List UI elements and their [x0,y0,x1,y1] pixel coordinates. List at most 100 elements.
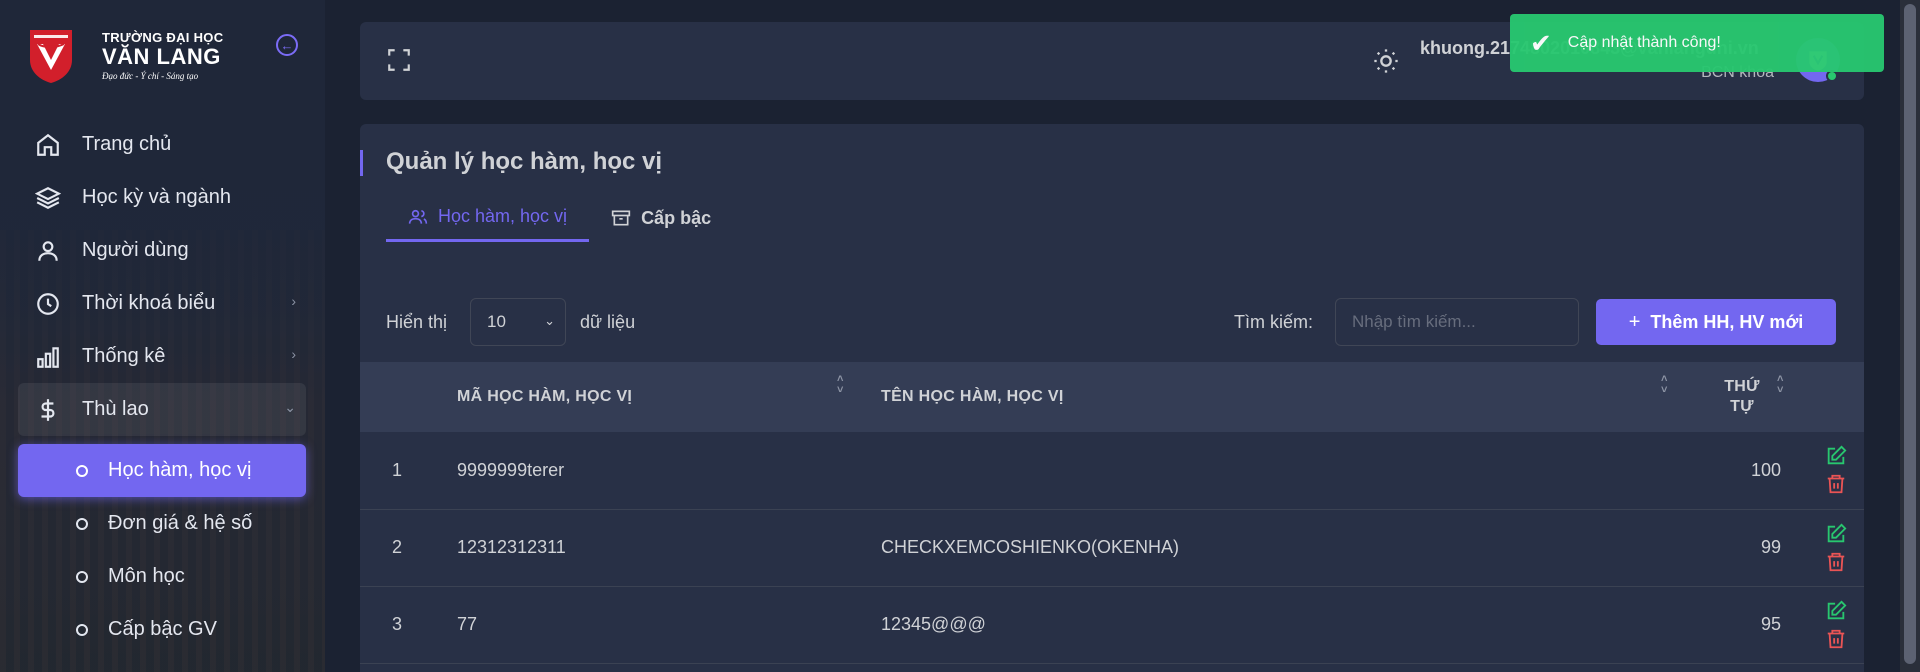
sort-icon[interactable]: ˄ ˅ [837,374,844,396]
table-row: 2 12312312311 CHECKXEMCOSHIENKO(OKENHA) … [360,509,1864,586]
dollar-icon [34,396,62,424]
chevron-right-icon: › [291,293,296,309]
show-entries-label: Hiển thị [386,312,448,332]
column-header-order[interactable]: THỨ TỰ ˄ ˅ [1703,362,1783,432]
row-actions [1781,509,1864,586]
fullscreen-icon[interactable] [386,47,412,73]
page-size-value: 10 [487,312,506,331]
page-scrollbar[interactable] [1900,0,1920,672]
layers-icon [34,184,62,212]
home-icon [34,131,62,159]
tab-label: Cấp bậc [641,207,712,228]
chevron-right-icon: › [291,346,296,362]
brand-slogan: Đạo đức - Ý chí - Sáng tạo [102,70,199,81]
university-logo-icon [30,30,72,83]
user-icon [34,237,62,265]
sidebar-subitem-unit-price[interactable]: Đơn giá & hệ số [18,497,306,550]
table-row: 3 77 12345@@@ 95 [360,586,1864,663]
success-toast[interactable]: ✔ Cập nhật thành công! [1510,14,1884,72]
page-size-select[interactable]: 10 ⌄ [470,298,566,346]
column-header-label: THỨ TỰ [1724,378,1760,415]
column-header-label: TÊN HỌC HÀM, HỌC VỊ [881,388,1064,405]
arrow-left-icon: ← [280,37,294,53]
sidebar: TRƯỜNG ĐẠI HỌC VĂN LANG Đạo đức - Ý chí … [0,0,325,672]
sort-icon[interactable]: ˄ ˅ [1661,374,1668,396]
row-order: 100 [1750,459,1781,480]
row-index: 3 [392,614,403,634]
column-header-label: MÃ HỌC HÀM, HỌC VỊ [457,388,633,405]
sidebar-item-timetable[interactable]: Thời khoá biểu › [18,277,306,330]
archive-icon [611,210,631,226]
row-actions [1781,432,1864,509]
main-card: Quản lý học hàm, học vị Học hàm, học vị … [360,124,1864,672]
sidebar-item-statistics[interactable]: Thống kê › [18,330,306,383]
sidebar-item-label: Học kỳ và ngành [82,186,231,208]
circle-icon [76,623,88,636]
sidebar-item-remuneration[interactable]: Thù lao ⌄ [18,383,306,436]
sidebar-subitem-subjects[interactable]: Môn học [18,550,306,603]
edit-icon[interactable] [1825,600,1847,622]
sidebar-item-label: Trang chủ [82,133,172,155]
bar-chart-icon [34,343,62,371]
circle-icon [76,570,88,583]
scrollbar-thumb[interactable] [1904,4,1916,664]
sidebar-item-home[interactable]: Trang chủ [18,118,306,171]
table-row: 1 9999999terer 100 [360,432,1864,509]
column-header-index [360,362,457,432]
academic-titles-table: MÃ HỌC HÀM, HỌC VỊ ˄ ˅ TÊN HỌC HÀM, HỌC V… [360,362,1864,664]
sidebar-item-semester-major[interactable]: Học kỳ và ngành [18,171,306,224]
row-order: 95 [1760,614,1781,634]
plus-icon: + [1628,310,1641,333]
row-name: CHECKXEMCOSHIENKO(OKENHA) [881,537,1180,557]
row-index: 1 [392,459,403,480]
tab-ranks[interactable]: Cấp bậc [589,206,733,242]
sidebar-nav: Trang chủ Học kỳ và ngành Người dùng Thờ… [18,118,306,656]
row-code: 77 [457,614,478,634]
brand-line2: VĂN LANG [102,43,221,69]
sidebar-item-label: Thống kê [82,345,166,367]
sidebar-item-users[interactable]: Người dùng [18,224,306,277]
column-header-actions [1781,362,1864,432]
sidebar-item-label: Thời khoá biểu [82,292,216,314]
clock-icon [34,290,62,318]
sidebar-item-label: Người dùng [82,239,189,261]
toast-message: Cập nhật thành công! [1567,34,1721,51]
row-code: 12312312311 [457,537,566,557]
column-header-name[interactable]: TÊN HỌC HÀM, HỌC VỊ ˄ ˅ [881,362,1703,432]
row-code: 9999999terer [457,459,565,480]
search-input[interactable] [1335,298,1579,346]
brand-line1: TRƯỜNG ĐẠI HỌC [102,29,224,45]
tab-academic-titles[interactable]: Học hàm, học vị [386,206,590,242]
sidebar-subitem-academic-titles[interactable]: Học hàm, học vị [18,444,306,497]
checkmark-icon: ✔ [1530,27,1552,58]
chevron-down-icon: ⌄ [284,399,296,415]
row-index: 2 [392,537,403,557]
circle-icon [76,464,88,477]
tab-label: Học hàm, học vị [438,206,568,226]
chevron-down-icon: ⌄ [544,313,555,328]
title-accent-bar [360,150,363,176]
table-controls: Hiển thị 10 ⌄ dữ liệu Tìm kiếm: + Thêm H… [386,298,1838,346]
brand-logo[interactable]: TRƯỜNG ĐẠI HỌC VĂN LANG Đạo đức - Ý chí … [28,26,223,84]
sidebar-subitem-label: Đơn giá & hệ số [108,512,253,534]
column-header-code[interactable]: MÃ HỌC HÀM, HỌC VỊ ˄ ˅ [457,362,881,432]
users-icon [408,209,428,224]
trash-icon[interactable] [1825,473,1847,495]
page-title: Quản lý học hàm, học vị [386,148,663,175]
entries-label: dữ liệu [580,312,636,332]
sidebar-subitem-label: Học hàm, học vị [108,459,252,481]
add-academic-title-button[interactable]: + Thêm HH, HV mới [1596,299,1836,345]
sidebar-item-label: Thù lao [82,398,149,420]
collapse-sidebar-button[interactable]: ← [276,34,298,56]
add-button-label: Thêm HH, HV mới [1650,311,1804,332]
brand-text: TRƯỜNG ĐẠI HỌC VĂN LANG Đạo đức - Ý chí … [102,30,223,81]
sun-icon[interactable] [1372,47,1400,75]
sidebar-subitem-label: Cấp bậc GV [108,618,217,640]
edit-icon[interactable] [1825,445,1847,467]
edit-icon[interactable] [1825,523,1847,545]
sidebar-subitem-lecturer-ranks[interactable]: Cấp bậc GV [18,603,306,656]
tab-bar: Học hàm, học vị Cấp bậc [386,206,733,242]
trash-icon[interactable] [1825,551,1847,573]
table-header-row: MÃ HỌC HÀM, HỌC VỊ ˄ ˅ TÊN HỌC HÀM, HỌC V… [360,362,1864,432]
trash-icon[interactable] [1825,628,1847,650]
